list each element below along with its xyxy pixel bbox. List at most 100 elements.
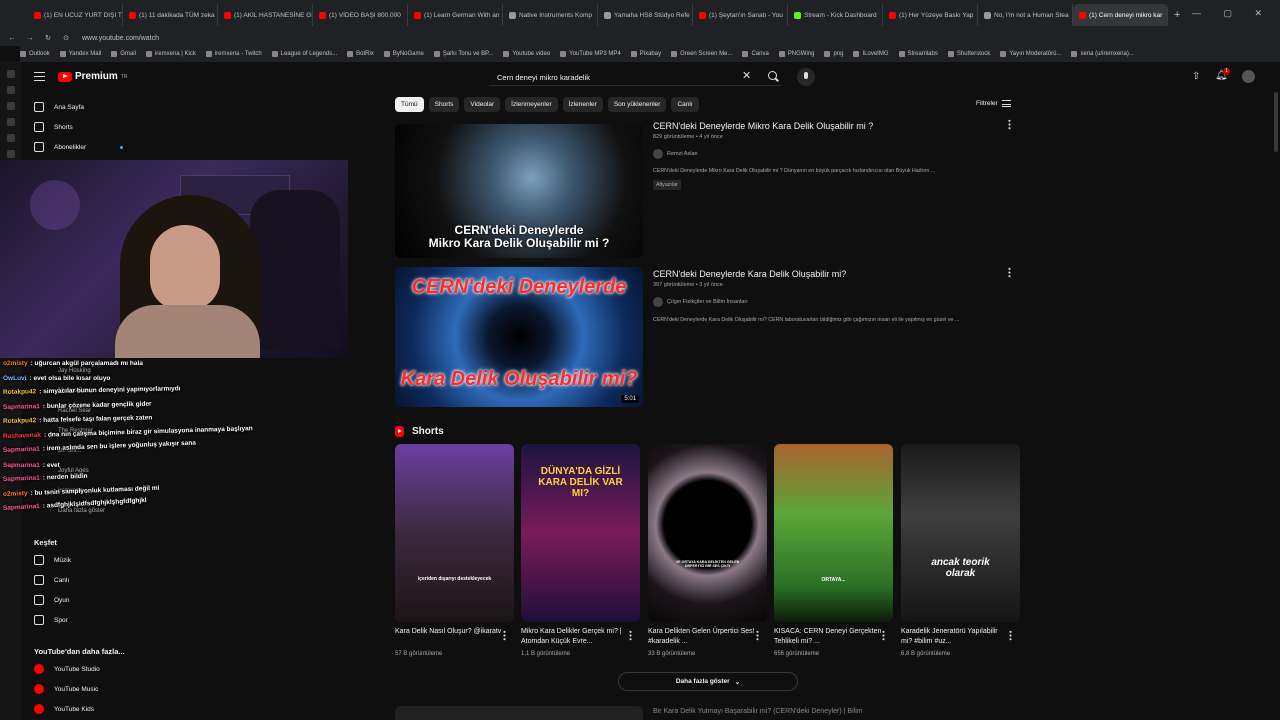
channel-link[interactable]: Çılgın Fizikçiler ve Bilim İnsanları [653, 297, 748, 307]
bookmark-item[interactable]: Yayın Moderatörü... [1000, 51, 1061, 57]
sidebar-app-icon[interactable] [7, 134, 15, 142]
short-thumbnail[interactable]: DÜNYA'DA GİZLİ KARA DELİK VAR MI? [521, 444, 640, 622]
bookmark-item[interactable]: xena (u/iremxena)... [1071, 51, 1134, 57]
browser-tab[interactable]: (1) Cern deneyi mikro kar [1073, 4, 1168, 26]
more-actions-icon[interactable] [629, 630, 632, 641]
chip-shorts[interactable]: Shorts [428, 97, 460, 112]
hamburger-menu-icon[interactable] [34, 72, 45, 81]
bookmark-item[interactable]: Gmail [111, 51, 136, 57]
sidebar-item-shorts[interactable]: Shorts [34, 118, 73, 136]
bookmark-favicon-icon [671, 51, 678, 57]
avatar[interactable] [1242, 70, 1255, 83]
browser-tab[interactable]: (1) AKIL HASTANESİNE Gİ [218, 4, 313, 26]
search-input[interactable]: Cern deneyi mikro karadelik [489, 69, 782, 86]
video-title[interactable]: Bir Kara Delik Yutmayı Başarabilir mi? (… [653, 708, 863, 715]
video-thumbnail[interactable]: CERN'deki Deneylerde Kara Delik Oluşabil… [395, 267, 643, 407]
page-scrollbar[interactable] [1274, 92, 1278, 152]
short-title[interactable]: Mikro Kara Delikler Gerçek mi? | Atomdan… [521, 627, 629, 647]
back-icon[interactable]: ← [6, 35, 18, 42]
video-thumbnail[interactable] [395, 706, 643, 720]
more-actions-icon[interactable] [756, 630, 759, 641]
bookmark-item[interactable]: Yandex Mail [59, 51, 101, 57]
sidebar-item-gaming[interactable]: Oyun [34, 591, 70, 609]
sidebar-app-icon[interactable] [7, 70, 15, 78]
short-title[interactable]: Kara Delikten Gelen Ürpertici Ses! #kara… [648, 627, 756, 647]
bookmark-item[interactable]: Shutterstock [947, 51, 990, 57]
sidebar-item-sports[interactable]: Spor [34, 611, 68, 629]
show-more-button[interactable]: Daha fazla göster ⌄ [618, 672, 798, 691]
video-title[interactable]: CERN'deki Deneylerde Kara Delik Oluşabil… [653, 269, 846, 279]
more-actions-icon[interactable] [1009, 630, 1012, 641]
bookmark-item[interactable]: Pixabay [630, 51, 661, 57]
bookmark-item[interactable]: Şarkı Tonu ve BP... [433, 51, 493, 57]
more-actions-icon[interactable] [1008, 119, 1011, 130]
browser-tab[interactable]: (1) EN UCUZ YURT DIŞI T [28, 4, 123, 26]
browser-tab[interactable]: (1) VİDEO BAŞI 800.000 [313, 4, 408, 26]
youtube-logo[interactable]: Premium TR [58, 71, 127, 82]
sidebar-item-home[interactable]: Ana Sayfa [34, 98, 84, 116]
search-icon[interactable] [766, 69, 780, 83]
browser-tab[interactable]: (1) Şeytan'ın Sanatı - You [693, 4, 788, 26]
reload-icon[interactable]: ↻ [42, 34, 54, 42]
more-actions-icon[interactable] [882, 630, 885, 641]
browser-tab[interactable]: (1) 11 dakikada TÜM zeka [123, 4, 218, 26]
video-title[interactable]: CERN'deki Deneylerde Mikro Kara Delik Ol… [653, 121, 873, 131]
short-title[interactable]: KISACA: CERN Deneyi Gerçekten Tehlikeli … [774, 627, 882, 647]
site-info-icon[interactable]: ⊙ [60, 34, 72, 42]
bookmark-item[interactable]: Youtube video [503, 51, 550, 57]
sidebar-app-icon[interactable] [7, 150, 15, 158]
sidebar-app-icon[interactable] [7, 86, 15, 94]
bookmark-item[interactable]: YouTube MP3 MP4 [560, 51, 621, 57]
short-title[interactable]: Karadelik Jeneratörü Yapılabilir mi? #bi… [901, 627, 1009, 647]
short-thumbnail[interactable]: ORTAYA... [774, 444, 893, 622]
sidebar-item-youtube-studio[interactable]: YouTube Studio [34, 660, 100, 678]
bookmark-item[interactable]: iremxena | Kick [145, 51, 196, 57]
sidebar-item-subscriptions[interactable]: Abonelikler [34, 138, 86, 156]
chip-all[interactable]: Tümü [395, 97, 424, 112]
browser-tab[interactable]: (1) Learn German With an [408, 4, 503, 26]
browser-tab[interactable]: Stream - Kick Dashboard [788, 4, 883, 26]
bookmark-item[interactable]: Outlook [20, 51, 50, 57]
short-title[interactable]: Kara Delik Nasıl Oluşur? @ikaratv [395, 627, 503, 637]
chip-watched[interactable]: İzlenenler [562, 97, 603, 112]
bookmark-item[interactable]: ILoveIMG [853, 51, 889, 57]
chip-unwatched[interactable]: İzlenmeyenler [505, 97, 558, 112]
window-controls[interactable]: — ▢ ✕ [1192, 8, 1272, 19]
bookmark-item[interactable]: PNGWing [778, 51, 814, 57]
more-actions-icon[interactable] [503, 630, 506, 641]
url-field[interactable]: www.youtube.com/watch [82, 35, 159, 42]
chip-recently-uploaded[interactable]: Son yüklenenler [607, 97, 667, 112]
upload-icon[interactable]: ⇧ [1192, 71, 1200, 82]
microphone-icon[interactable] [797, 68, 815, 86]
sidebar-item-youtube-music[interactable]: YouTube Music [34, 680, 98, 698]
bookmark-item[interactable]: iremxena - Twitch [205, 51, 262, 57]
browser-tab[interactable]: No, I'm not a Human Stea [978, 4, 1073, 26]
chip-live[interactable]: Canlı [671, 97, 699, 112]
browser-tab[interactable]: (1) Her Yüzeye Baskı Yap [883, 4, 978, 26]
bookmark-item[interactable]: Streamlabs [898, 51, 938, 57]
short-thumbnail[interactable]: ancak teorik olarak [901, 444, 1020, 622]
bookmark-item[interactable]: BotRix [347, 51, 374, 57]
bookmark-item[interactable]: Canva [742, 51, 769, 57]
browser-tab[interactable]: Yamaha HS8 Stüdyo Refe [598, 4, 693, 26]
sidebar-item-youtube-kids[interactable]: YouTube Kids [34, 700, 94, 718]
new-tab-button[interactable]: + [1174, 9, 1180, 21]
forward-icon[interactable]: → [24, 35, 36, 42]
video-thumbnail[interactable]: CERN'deki Deneylerde Mikro Kara Delik Ol… [395, 124, 643, 258]
browser-tab[interactable]: Native Instruments Komp [503, 4, 598, 26]
bookmark-item[interactable]: League of Legends... [271, 51, 337, 57]
bookmark-item[interactable]: png [824, 51, 843, 57]
more-actions-icon[interactable] [1008, 267, 1011, 278]
chip-videos[interactable]: Videolar [464, 97, 501, 112]
filters-button[interactable]: Filtreler [976, 100, 1011, 107]
clear-search-icon[interactable]: ✕ [742, 69, 751, 82]
sidebar-app-icon[interactable] [7, 102, 15, 110]
short-thumbnail[interactable]: VE ORTAYA KARA DELİKTEN GELEN ÜRPERTİCİ … [648, 444, 767, 622]
bookmark-item[interactable]: ByNoGame [383, 51, 424, 57]
channel-link[interactable]: Remzi Aslan [653, 149, 698, 159]
bookmark-item[interactable]: Green Screen Me... [671, 51, 732, 57]
sidebar-item-music[interactable]: Müzik [34, 551, 71, 569]
short-thumbnail[interactable]: içeriden dışarıyı destekleyecek [395, 444, 514, 622]
sidebar-app-icon[interactable] [7, 118, 15, 126]
sidebar-item-live[interactable]: Canlı [34, 571, 69, 589]
